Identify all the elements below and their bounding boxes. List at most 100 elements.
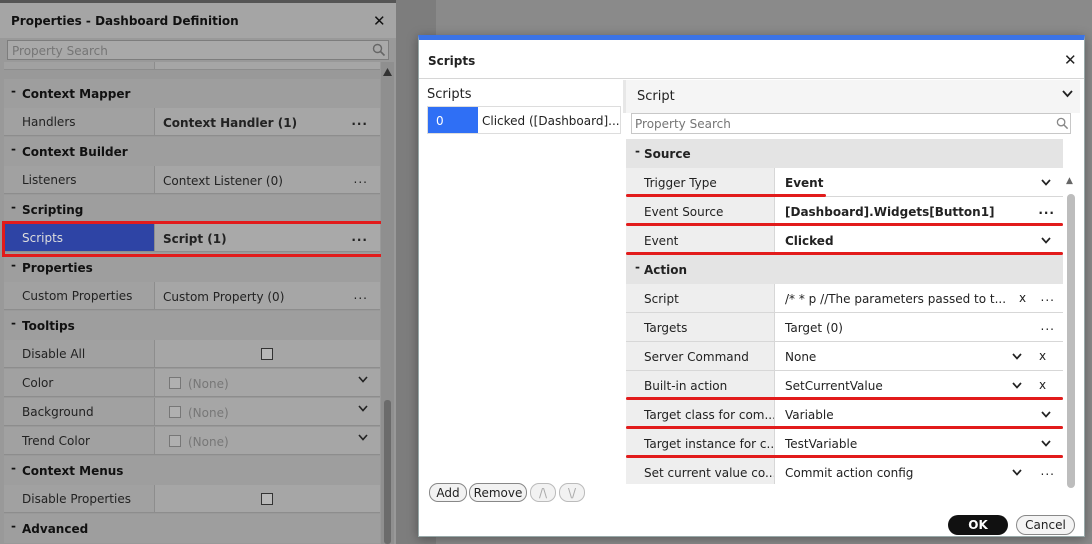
property-row-target-instance-for-c[interactable]: Target instance for c... TestVariable bbox=[626, 429, 1063, 458]
collapse-toggle-icon[interactable]: - bbox=[635, 260, 640, 274]
property-value[interactable] bbox=[154, 340, 380, 368]
property-value[interactable]: Clicked bbox=[774, 226, 1063, 255]
property-row-script[interactable]: Script/* * p //The parameters passed to … bbox=[626, 284, 1063, 313]
chevron-down-icon[interactable] bbox=[358, 376, 368, 383]
property-row-color[interactable]: Color (None) bbox=[4, 369, 380, 398]
checkbox[interactable] bbox=[261, 348, 273, 360]
chevron-down-icon[interactable] bbox=[1012, 382, 1022, 389]
ellipsis-button[interactable]: ... bbox=[1041, 290, 1055, 304]
chevron-down-icon[interactable] bbox=[1041, 440, 1051, 447]
chevron-down-icon[interactable] bbox=[358, 405, 368, 412]
property-row-handlers[interactable]: Handlers Context Handler (1)... bbox=[4, 108, 380, 137]
property-search-input[interactable] bbox=[12, 43, 352, 58]
properties-scrollbar[interactable] bbox=[381, 62, 394, 544]
collapse-toggle-icon[interactable]: - bbox=[11, 84, 16, 98]
property-value[interactable]: Context Handler (1)... bbox=[154, 108, 380, 136]
color-swatch[interactable] bbox=[169, 406, 181, 418]
collapse-toggle-icon[interactable]: - bbox=[11, 258, 16, 272]
script-panel-header[interactable]: Script bbox=[623, 80, 1080, 113]
list-item[interactable]: 0 Clicked ([Dashboard].... bbox=[427, 106, 621, 134]
clear-icon[interactable]: x bbox=[1039, 378, 1046, 392]
chevron-down-icon[interactable] bbox=[1041, 237, 1051, 244]
script-property-search-field[interactable] bbox=[631, 113, 1071, 134]
collapse-toggle-icon[interactable]: - bbox=[11, 461, 16, 475]
chevron-down-icon[interactable] bbox=[1012, 353, 1022, 360]
property-row-event[interactable]: Event Clicked bbox=[626, 226, 1063, 255]
chevron-down-icon[interactable] bbox=[1041, 179, 1051, 186]
property-value[interactable]: /* * p //The parameters passed to t... x.… bbox=[774, 284, 1063, 313]
category-scripting[interactable]: - Scripting bbox=[4, 195, 380, 224]
move-down-button[interactable]: \/ bbox=[559, 483, 585, 502]
color-swatch[interactable] bbox=[169, 377, 181, 389]
ellipsis-button[interactable]: ... bbox=[1041, 464, 1055, 478]
collapse-toggle-icon[interactable]: - bbox=[11, 519, 16, 533]
clear-icon[interactable]: x bbox=[1039, 349, 1046, 363]
ellipsis-button[interactable]: ... bbox=[1041, 319, 1055, 333]
property-row-disable-properties[interactable]: Disable Properties bbox=[4, 485, 380, 514]
category-context-mapper[interactable]: - Context Mapper bbox=[4, 79, 380, 108]
property-value[interactable]: None x bbox=[774, 342, 1063, 371]
add-button[interactable]: Add bbox=[429, 483, 467, 502]
script-panel-scrollbar[interactable]: ▲ ▼ bbox=[1066, 176, 1076, 536]
property-row-disable-all[interactable]: Disable All bbox=[4, 340, 380, 369]
property-value[interactable]: 30 bbox=[154, 62, 380, 70]
property-value[interactable]: TestVariable bbox=[774, 429, 1063, 458]
close-icon[interactable]: ✕ bbox=[1064, 51, 1077, 69]
ok-button[interactable]: OK bbox=[948, 515, 1008, 535]
category-context-builder[interactable]: - Context Builder bbox=[4, 137, 380, 166]
property-row-background[interactable]: Background (None) bbox=[4, 398, 380, 427]
property-row-listeners[interactable]: Listeners Context Listener (0)... bbox=[4, 166, 380, 195]
collapse-toggle-icon[interactable]: - bbox=[635, 144, 640, 158]
property-row-trigger-type[interactable]: Trigger Type Event bbox=[626, 168, 1063, 197]
chevron-down-icon[interactable] bbox=[1041, 411, 1051, 418]
property-row-built-in-action[interactable]: Built-in action SetCurrentValue x bbox=[626, 371, 1063, 400]
collapse-toggle-icon[interactable]: - bbox=[11, 142, 16, 156]
ellipsis-button[interactable]: ... bbox=[1038, 203, 1055, 217]
scrollbar-thumb[interactable] bbox=[384, 400, 391, 544]
scroll-up-icon[interactable]: ▲ bbox=[1066, 176, 1073, 186]
collapse-toggle-icon[interactable]: - bbox=[11, 200, 16, 214]
move-up-button[interactable]: /\ bbox=[530, 483, 556, 502]
category-tooltips[interactable]: - Tooltips bbox=[4, 311, 380, 340]
property-value[interactable]: Custom Property (0)... bbox=[154, 282, 380, 310]
category-action[interactable]: - Action bbox=[626, 255, 1063, 284]
chevron-down-icon[interactable] bbox=[358, 434, 368, 441]
property-row-server-command[interactable]: Server Command None x bbox=[626, 342, 1063, 371]
color-swatch[interactable] bbox=[169, 435, 181, 447]
property-value[interactable]: Context Listener (0)... bbox=[154, 166, 380, 194]
category-properties[interactable]: - Properties bbox=[4, 253, 380, 282]
chevron-down-icon[interactable] bbox=[1012, 469, 1022, 476]
close-icon[interactable]: ✕ bbox=[373, 12, 386, 30]
scrollbar-thumb[interactable] bbox=[1067, 194, 1075, 488]
ellipsis-button[interactable]: ... bbox=[354, 288, 368, 302]
cancel-button[interactable]: Cancel bbox=[1016, 515, 1075, 535]
property-row-target-class-for-com[interactable]: Target class for com... Variable bbox=[626, 400, 1063, 429]
scroll-up-icon[interactable] bbox=[383, 68, 392, 76]
property-value[interactable]: SetCurrentValue x bbox=[774, 371, 1063, 400]
property-value[interactable]: Commit action config... bbox=[774, 458, 1063, 484]
category-source[interactable]: - Source bbox=[626, 139, 1063, 168]
property-value[interactable]: (None) bbox=[154, 369, 380, 397]
ellipsis-button[interactable]: ... bbox=[351, 114, 368, 128]
property-row-trend-color[interactable]: Trend Color (None) bbox=[4, 427, 380, 456]
property-value[interactable]: (None) bbox=[154, 398, 380, 426]
category-advanced[interactable]: - Advanced bbox=[4, 514, 380, 543]
property-search-field[interactable] bbox=[7, 40, 389, 60]
property-value[interactable]: Target (0)... bbox=[774, 313, 1063, 342]
property-value[interactable]: Variable bbox=[774, 400, 1063, 429]
ellipsis-button[interactable]: ... bbox=[354, 172, 368, 186]
category-context-menus[interactable]: - Context Menus bbox=[4, 456, 380, 485]
property-row-event-source[interactable]: Event Source [Dashboard].Widgets[Button1]… bbox=[626, 197, 1063, 226]
property-row-custom-properties[interactable]: Custom Properties Custom Property (0)... bbox=[4, 282, 380, 311]
property-row-targets[interactable]: Targets Target (0)... bbox=[626, 313, 1063, 342]
script-property-search-input[interactable] bbox=[635, 116, 1035, 131]
property-row-set-current-value-co[interactable]: Set current value co... Commit action con… bbox=[626, 458, 1063, 484]
checkbox[interactable] bbox=[261, 493, 273, 505]
property-value[interactable]: [Dashboard].Widgets[Button1]... bbox=[774, 197, 1063, 226]
chevron-down-icon[interactable] bbox=[1062, 90, 1073, 98]
collapse-toggle-icon[interactable]: - bbox=[11, 316, 16, 330]
property-value[interactable] bbox=[154, 485, 380, 513]
property-value[interactable]: Event bbox=[774, 168, 1063, 197]
clear-icon[interactable]: x bbox=[1019, 291, 1026, 305]
property-value[interactable]: (None) bbox=[154, 427, 380, 455]
